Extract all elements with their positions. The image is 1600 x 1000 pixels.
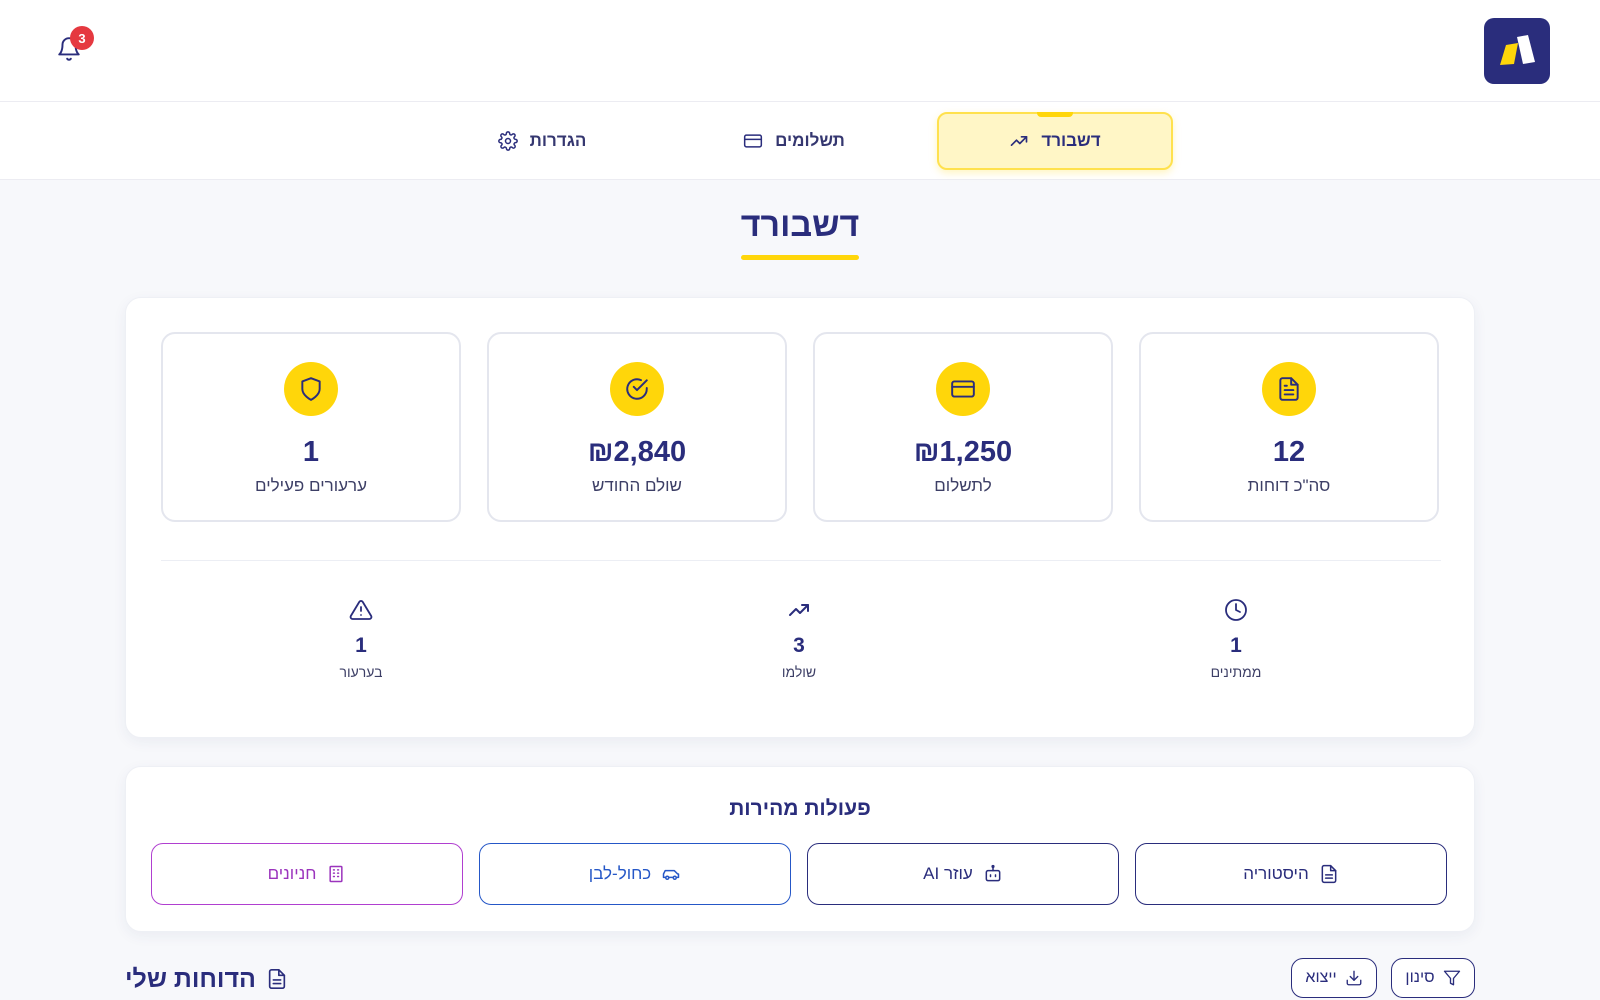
top-header: 3 bbox=[0, 0, 1600, 102]
document-icon bbox=[1262, 362, 1316, 416]
notification-count-badge: 3 bbox=[70, 26, 94, 50]
clock-icon bbox=[1225, 599, 1247, 621]
tab-label: הגדרות bbox=[529, 131, 587, 150]
mini-stat-paid: 3 שולמו bbox=[729, 598, 869, 680]
stats-panel: 12 סה"כ דוחות ₪1,250 לתשלום ₪2,840 שולם … bbox=[125, 297, 1475, 738]
warning-icon bbox=[349, 600, 373, 620]
filter-icon bbox=[1443, 970, 1460, 986]
trending-up-icon bbox=[1011, 136, 1028, 146]
stat-value: 1 bbox=[302, 436, 320, 468]
history-button[interactable]: היסטוריה bbox=[1135, 843, 1447, 905]
download-icon bbox=[1346, 970, 1362, 986]
stat-label: סה"כ דוחות bbox=[1247, 476, 1331, 495]
document-icon bbox=[1321, 864, 1337, 884]
button-label: כחול-לבן bbox=[588, 864, 652, 883]
title-underline bbox=[741, 255, 859, 260]
stat-label: שולם החודש bbox=[592, 476, 682, 495]
filter-button[interactable]: סינון bbox=[1391, 958, 1475, 998]
quick-actions-panel: פעולות מהירות היסטוריה עוזר AI כחול-לבן … bbox=[125, 766, 1475, 932]
mini-value: 1 bbox=[1230, 634, 1242, 657]
my-reports-title: הדוחות שלי bbox=[125, 964, 256, 993]
blue-white-button[interactable]: כחול-לבן bbox=[479, 843, 791, 905]
stat-value: ₪1,250 bbox=[913, 436, 1013, 468]
car-icon bbox=[662, 869, 680, 880]
tab-settings[interactable]: הגדרות bbox=[424, 112, 660, 170]
stat-label: ערעורים פעילים bbox=[255, 476, 367, 495]
shield-icon bbox=[284, 362, 338, 416]
ai-assistant-button[interactable]: עוזר AI bbox=[807, 843, 1119, 905]
button-label: היסטוריה bbox=[1243, 864, 1309, 883]
check-circle-icon bbox=[610, 362, 664, 416]
mini-stat-in-appeal: 1 בערעור bbox=[291, 598, 431, 680]
button-label: ייצוא bbox=[1305, 969, 1337, 986]
document-icon bbox=[268, 969, 286, 989]
mini-label: בערעור bbox=[339, 664, 383, 680]
parking-lots-button[interactable]: חניונים bbox=[151, 843, 463, 905]
mini-label: שולמו bbox=[781, 664, 817, 680]
credit-card-icon bbox=[936, 362, 990, 416]
stat-card-to-pay[interactable]: ₪1,250 לתשלום bbox=[813, 332, 1113, 522]
button-label: סינון bbox=[1405, 969, 1435, 986]
export-button[interactable]: ייצוא bbox=[1291, 958, 1377, 998]
mini-value: 3 bbox=[793, 634, 805, 657]
mini-stat-pending: 1 ממתינים bbox=[1166, 598, 1306, 680]
credit-card-icon bbox=[744, 134, 763, 148]
trending-up-icon bbox=[789, 604, 809, 616]
main-nav: דשבורד תשלומים הגדרות bbox=[0, 102, 1600, 180]
button-label: עוזר AI bbox=[923, 864, 973, 883]
stats-divider bbox=[161, 560, 1441, 561]
stat-label: לתשלום bbox=[934, 476, 992, 495]
my-reports-heading: הדוחות שלי bbox=[125, 962, 288, 996]
stat-card-active-appeals[interactable]: 1 ערעורים פעילים bbox=[161, 332, 461, 522]
mini-value: 1 bbox=[355, 634, 367, 657]
mini-label: ממתינים bbox=[1210, 664, 1262, 680]
tab-label: דשבורד bbox=[1041, 131, 1101, 150]
building-icon bbox=[329, 865, 344, 883]
brand-logo-icon[interactable] bbox=[1484, 18, 1550, 84]
tab-dashboard[interactable]: דשבורד bbox=[937, 112, 1173, 170]
stat-value: ₪2,840 bbox=[587, 436, 687, 468]
gear-icon bbox=[497, 131, 518, 151]
robot-icon bbox=[985, 864, 1001, 882]
stat-card-paid-this-month[interactable]: ₪2,840 שולם החודש bbox=[487, 332, 787, 522]
stat-value: 12 bbox=[1272, 436, 1306, 468]
stat-card-total-reports[interactable]: 12 סה"כ דוחות bbox=[1139, 332, 1439, 522]
tab-label: תשלומים bbox=[775, 131, 845, 150]
quick-actions-title: פעולות מהירות bbox=[729, 797, 871, 820]
page-title: דשבורד bbox=[740, 206, 860, 244]
button-label: חניונים bbox=[267, 864, 317, 883]
tab-payments[interactable]: תשלומים bbox=[676, 112, 912, 170]
